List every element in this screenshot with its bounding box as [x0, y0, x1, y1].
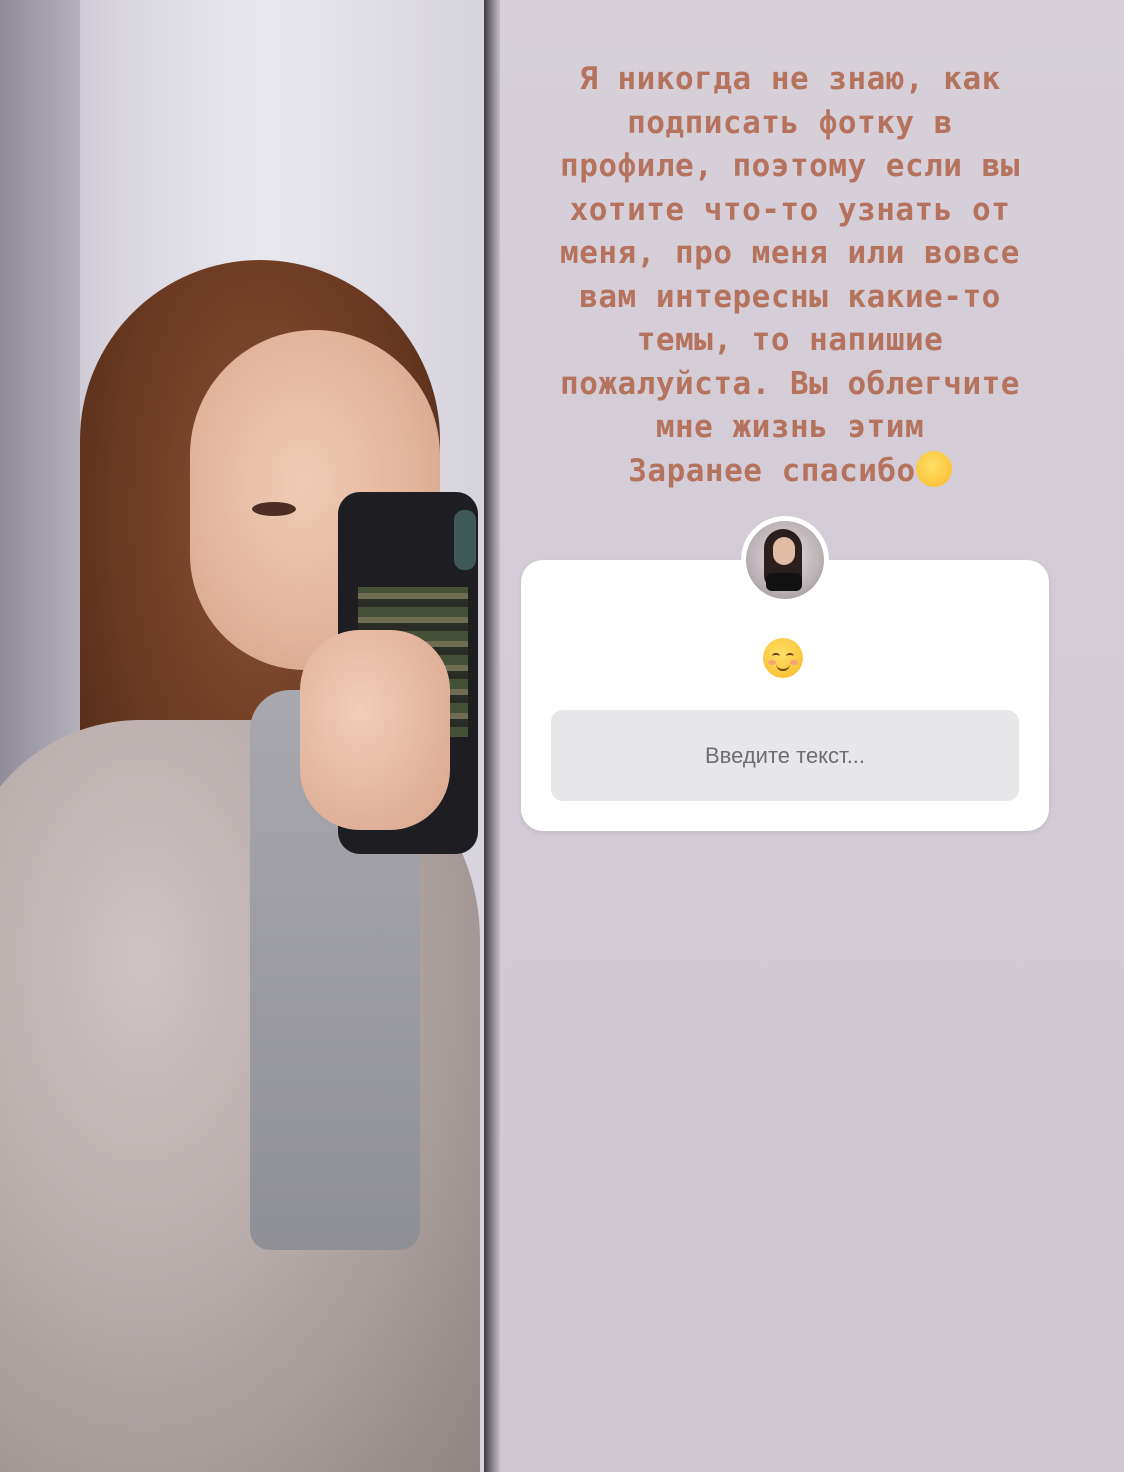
story-caption-text: Я никогда не знаю, как подписать фотку в…: [560, 61, 1020, 489]
question-answer-input[interactable]: Введите текст...: [551, 710, 1019, 801]
mirror-selfie-photo: [0, 0, 484, 1472]
smiling-face-icon: [763, 638, 803, 678]
input-placeholder: Введите текст...: [704, 742, 866, 768]
hand: [300, 630, 450, 830]
avatar: [741, 516, 829, 604]
phone-camera: [454, 510, 476, 570]
mirror-edge: [484, 0, 500, 1472]
story-caption: Я никогда не знаю, как подписать фотку в…: [512, 58, 1068, 493]
hugging-face-icon: [915, 450, 952, 487]
story-screen: Я никогда не знаю, как подписать фотку в…: [0, 0, 1124, 1472]
avatar-photo: [746, 521, 824, 599]
eye: [252, 502, 296, 516]
